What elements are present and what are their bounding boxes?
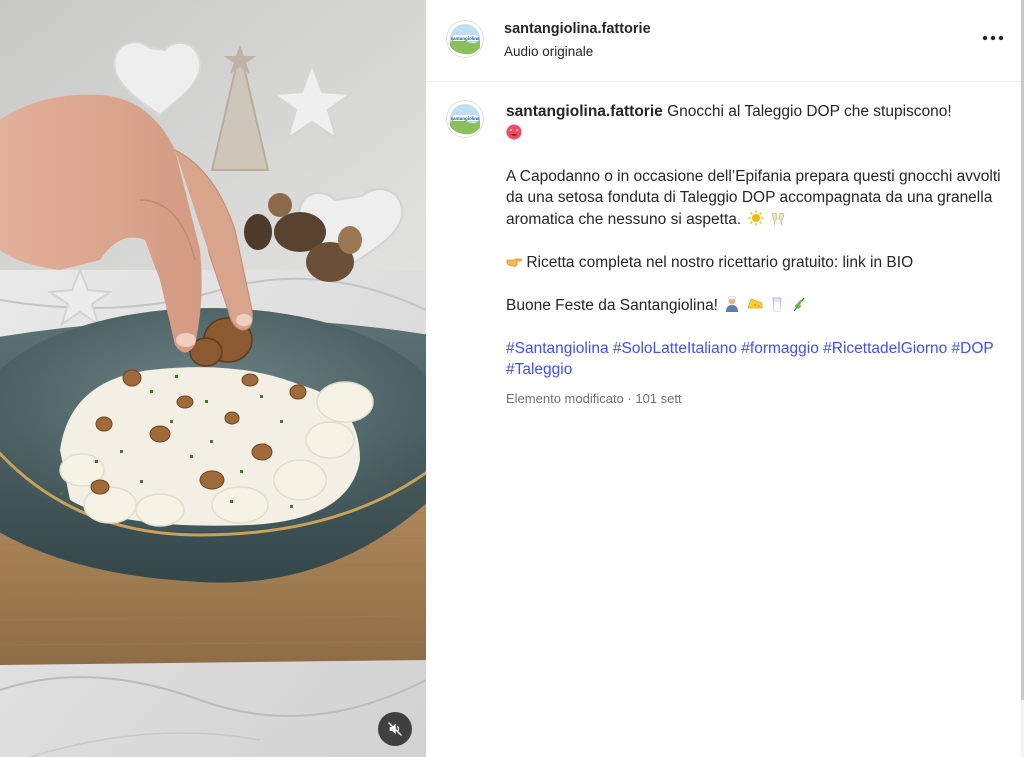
caption-username[interactable]: santangiolina.fattorie <box>506 103 663 120</box>
post-media[interactable] <box>0 0 426 757</box>
post-viewer: santangiolina santangiolina.fattorie Aud… <box>0 0 1024 757</box>
santangiolina-logo: santangiolina <box>446 20 484 58</box>
post-caption: santangiolina.fattorie Gnocchi al Talegg… <box>506 101 1006 381</box>
post-details-panel: santangiolina santangiolina.fattorie Aud… <box>426 0 1024 757</box>
caption-description: A Capodanno o in occasione dell’Epifania… <box>506 166 1006 231</box>
caption-avatar[interactable]: santangiolina <box>446 100 484 138</box>
milk-glass-emoji <box>769 296 785 312</box>
cheese-emoji <box>747 296 763 312</box>
caption-greeting-text: Buone Feste da Santangiolina! <box>506 296 718 314</box>
audio-link[interactable]: Audio originale <box>504 44 593 59</box>
svg-text:santangiolina: santangiolina <box>450 116 480 121</box>
clinking-glasses-emoji <box>770 210 786 226</box>
hashtag-link[interactable]: #RicettadelGiorno <box>823 340 947 357</box>
hashtag-link[interactable]: #Taleggio <box>506 361 572 378</box>
caption-hashtags: #Santangiolina #SoloLatteItaliano #forma… <box>506 338 1006 381</box>
heart-eyes-emoji <box>506 124 522 140</box>
avatar[interactable]: santangiolina <box>446 20 484 58</box>
mute-button[interactable] <box>378 712 412 746</box>
hashtag-link[interactable]: #formaggio <box>741 340 819 357</box>
caption-recipe-line: Ricetta completa nel nostro ricettario g… <box>506 252 1006 274</box>
post-meta: Elemento modificato · 101 sett <box>506 391 682 406</box>
hashtag-link[interactable]: #DOP <box>952 340 994 357</box>
speaker-muted-icon <box>388 722 402 736</box>
caption-title: Gnocchi al Taleggio DOP che stupiscono! <box>667 103 952 120</box>
hashtag-link[interactable]: #Santangiolina <box>506 340 609 357</box>
hashtag-link[interactable]: #SoloLatteItaliano <box>613 340 737 357</box>
caption-recipe-text: Ricetta completa nel nostro ricettario g… <box>526 253 914 271</box>
santangiolina-logo: santangiolina <box>446 100 484 138</box>
svg-text:santangiolina: santangiolina <box>450 36 480 41</box>
more-options-button[interactable] <box>978 26 1008 50</box>
herb-emoji <box>791 296 807 312</box>
post-header: santangiolina santangiolina.fattorie Aud… <box>426 0 1024 82</box>
sun-emoji <box>748 210 764 226</box>
more-horizontal-icon <box>982 35 1004 41</box>
caption-first-line: santangiolina.fattorie Gnocchi al Talegg… <box>506 101 1006 144</box>
food-photo <box>0 0 426 757</box>
pointing-hand-emoji <box>506 253 522 269</box>
header-username[interactable]: santangiolina.fattorie <box>504 21 651 37</box>
cook-emoji <box>724 295 740 312</box>
caption-greeting: Buone Feste da Santangiolina! <box>506 295 1006 317</box>
